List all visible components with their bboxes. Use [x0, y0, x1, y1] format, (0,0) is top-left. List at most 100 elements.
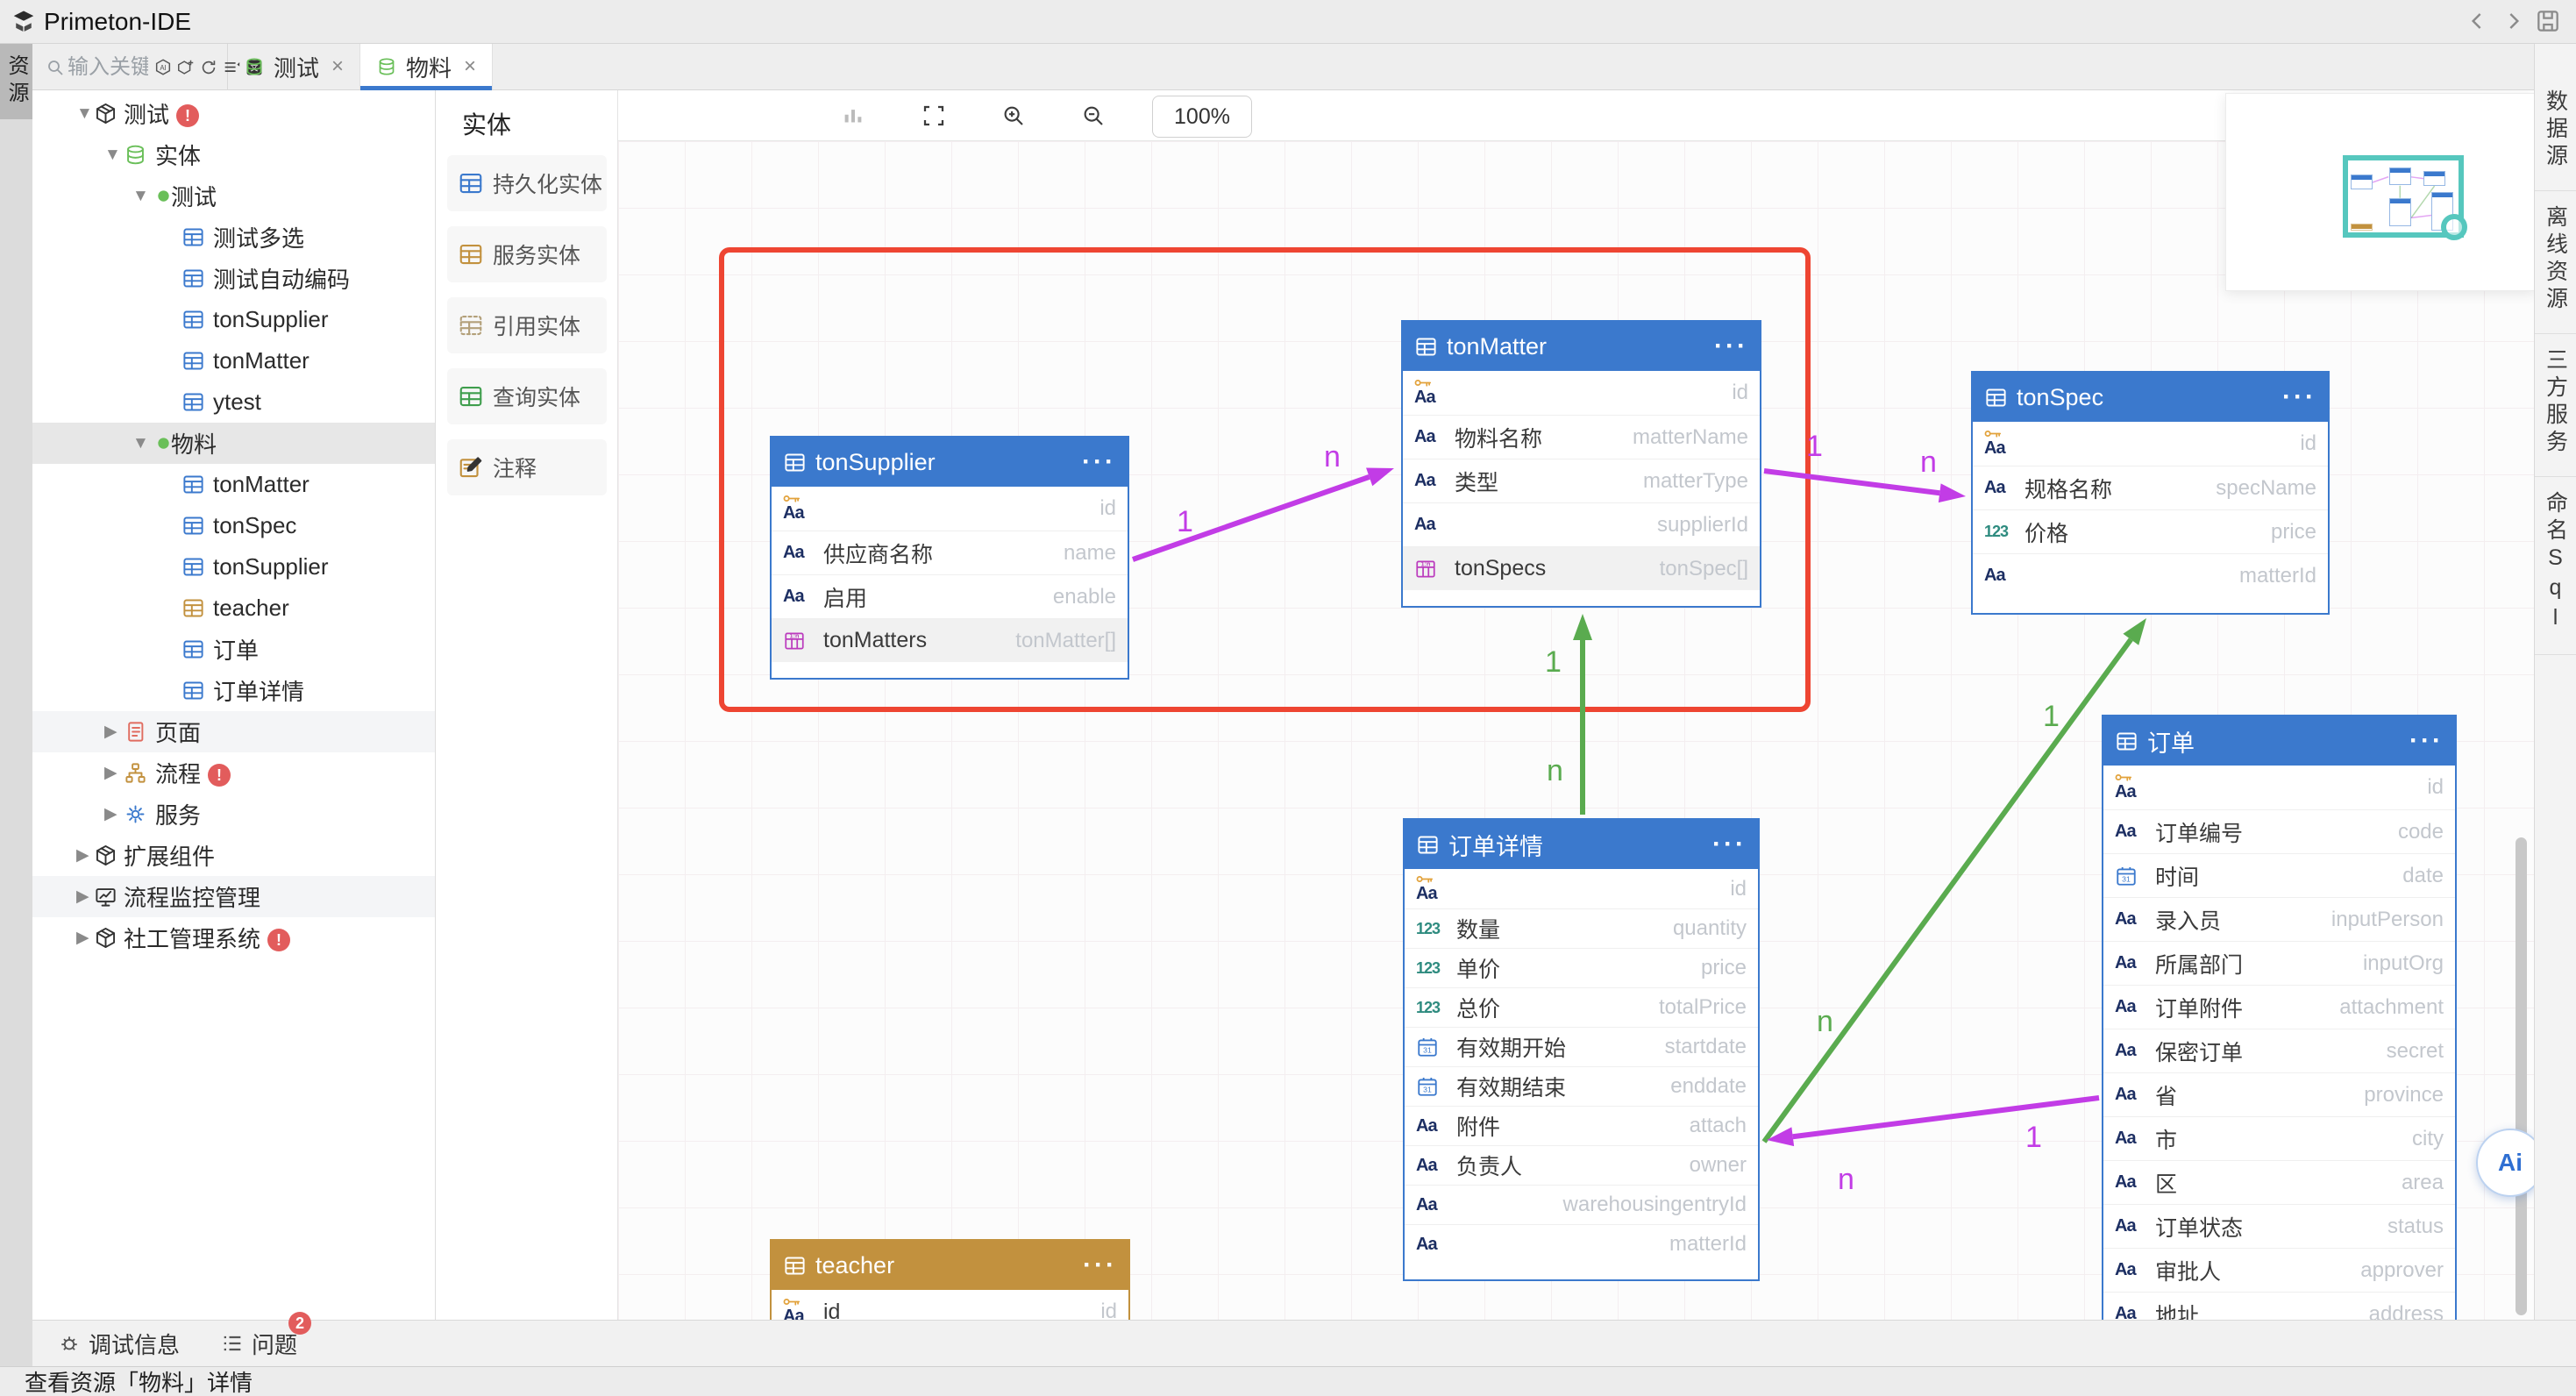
tree-item-扩展组件[interactable]: ▶扩展组件	[32, 835, 436, 876]
field-row-enddate[interactable]: 31有效期结束 enddate	[1405, 1066, 1758, 1106]
nav-forward-icon[interactable]	[2499, 7, 2527, 35]
chevron-right-icon[interactable]: ▶	[76, 845, 89, 865]
field-row-totalPrice[interactable]: 123总价 totalPrice	[1405, 987, 1758, 1027]
chevron-right-icon[interactable]: ▶	[76, 887, 89, 907]
entity-tonSupplier[interactable]: tonSupplier ··· Aa id Aa供应商名称 name Aa启用 …	[770, 436, 1129, 680]
chevron-down-icon[interactable]: ▼	[104, 146, 121, 165]
field-row-matterName[interactable]: Aa物料名称 matterName	[1403, 415, 1760, 459]
tree-item-流程监控管理[interactable]: ▶流程监控管理	[32, 876, 436, 917]
zoom-in-icon[interactable]	[1000, 103, 1027, 129]
tree-item-测试多选[interactable]: 测试多选	[32, 217, 436, 258]
field-row-matterId[interactable]: Aa matterId	[1973, 553, 2328, 597]
minimap[interactable]	[2225, 93, 2534, 291]
field-row-province[interactable]: Aa省 province	[2103, 1072, 2455, 1116]
field-row-id[interactable]: Aaid id	[772, 1290, 1128, 1320]
field-row-inputOrg[interactable]: Aa所属部门 inputOrg	[2103, 941, 2455, 985]
palette-item-引用实体[interactable]: 引用实体	[447, 297, 607, 353]
tree-item-测试自动编码[interactable]: 测试自动编码	[32, 258, 436, 299]
tree-item-服务[interactable]: ▶服务	[32, 794, 436, 835]
new-module-icon[interactable]	[176, 58, 196, 77]
entity-menu-icon[interactable]: ···	[1083, 1257, 1117, 1274]
field-row-attach[interactable]: Aa附件 attach	[1405, 1106, 1758, 1145]
palette-item-持久化实体[interactable]: 持久化实体	[447, 155, 607, 211]
field-row-address[interactable]: Aa地址 address	[2103, 1292, 2455, 1320]
entity-menu-icon[interactable]: ···	[2409, 732, 2444, 750]
problems-button[interactable]: 问题 2	[220, 1328, 297, 1360]
entity-menu-icon[interactable]: ···	[2282, 388, 2316, 406]
left-rail-tab-resources[interactable]: 资源	[0, 44, 32, 119]
chevron-right-icon[interactable]: ▶	[104, 763, 117, 783]
field-row-inputPerson[interactable]: Aa录入员 inputPerson	[2103, 897, 2455, 941]
tree-item-物料[interactable]: ▼物料	[32, 423, 436, 464]
chevron-down-icon[interactable]: ▼	[132, 434, 149, 453]
field-row-enable[interactable]: Aa启用 enable	[772, 574, 1128, 618]
field-row-secret[interactable]: Aa保密订单 secret	[2103, 1029, 2455, 1072]
save-icon[interactable]	[2534, 7, 2562, 35]
tree-item-tonSupplier[interactable]: tonSupplier	[32, 299, 436, 340]
entity-header[interactable]: 订单详情 ···	[1405, 820, 1758, 869]
chevron-down-icon[interactable]: ▼	[76, 104, 93, 124]
chevron-right-icon[interactable]: ▶	[104, 804, 117, 824]
entity-header[interactable]: teacher ···	[772, 1241, 1128, 1290]
chevron-down-icon[interactable]: ▼	[132, 187, 149, 206]
field-row-date[interactable]: 31时间 date	[2103, 853, 2455, 897]
tree-item-测试[interactable]: ▼测试	[32, 175, 436, 217]
palette-item-注释[interactable]: 注释	[447, 439, 607, 495]
chevron-right-icon[interactable]: ▶	[104, 722, 117, 742]
tree-item-ytest[interactable]: ytest	[32, 381, 436, 423]
field-row-city[interactable]: Aa市 city	[2103, 1116, 2455, 1160]
tree-item-流程[interactable]: ▶流程!	[32, 752, 436, 794]
field-row-approver[interactable]: Aa审批人 approver	[2103, 1248, 2455, 1292]
entity-订单[interactable]: 订单 ··· Aa id Aa订单编号 code 31时间 date Aa录入员…	[2102, 715, 2457, 1320]
fit-screen-icon[interactable]	[921, 103, 947, 129]
stats-icon[interactable]	[840, 103, 866, 129]
tree-item-订单详情[interactable]: 订单详情	[32, 670, 436, 711]
entity-tonMatter[interactable]: tonMatter ··· Aa id Aa物料名称 matterName Aa…	[1401, 320, 1761, 608]
field-row-owner[interactable]: Aa负责人 owner	[1405, 1145, 1758, 1185]
diagram-canvas[interactable]: tonSupplier ··· Aa id Aa供应商名称 name Aa启用 …	[436, 90, 2534, 1320]
zoom-level[interactable]: 100%	[1152, 96, 1252, 138]
field-row-quantity[interactable]: 123数量 quantity	[1405, 908, 1758, 948]
tree-item-tonMatter[interactable]: tonMatter	[32, 464, 436, 505]
search-input[interactable]	[66, 54, 150, 81]
field-row-tonMatter[][interactable]: 1:ntonMatters tonMatter[]	[772, 618, 1128, 662]
field-row-id[interactable]: Aa id	[1403, 371, 1760, 415]
entity-tonSpec[interactable]: tonSpec ··· Aa id Aa规格名称 specName 123价格 …	[1971, 371, 2330, 615]
field-row-matterType[interactable]: Aa类型 matterType	[1403, 459, 1760, 502]
palette-item-查询实体[interactable]: 查询实体	[447, 368, 607, 424]
field-row-specName[interactable]: Aa规格名称 specName	[1973, 466, 2328, 509]
field-row-status[interactable]: Aa订单状态 status	[2103, 1204, 2455, 1248]
nav-back-icon[interactable]	[2464, 7, 2492, 35]
tree-item-页面[interactable]: ▶页面	[32, 711, 436, 752]
field-row-price[interactable]: 123价格 price	[1973, 509, 2328, 553]
refresh-icon[interactable]	[199, 58, 218, 77]
ai-icon[interactable]: AI	[153, 58, 173, 77]
entity-header[interactable]: tonSpec ···	[1973, 373, 2328, 422]
field-row-matterId[interactable]: Aa matterId	[1405, 1224, 1758, 1264]
entity-menu-icon[interactable]: ···	[1082, 453, 1116, 471]
field-row-attachment[interactable]: Aa订单附件 attachment	[2103, 985, 2455, 1029]
entity-teacher[interactable]: teacher ··· Aaid id	[770, 1239, 1130, 1320]
tree-item-测试[interactable]: ▼测试!	[32, 93, 436, 134]
field-row-id[interactable]: Aa id	[772, 487, 1128, 531]
field-row-startdate[interactable]: 31有效期开始 startdate	[1405, 1027, 1758, 1066]
field-row-area[interactable]: Aa区 area	[2103, 1160, 2455, 1204]
tree-item-实体[interactable]: ▼实体	[32, 134, 436, 175]
tab-物料[interactable]: 物料 ×	[360, 44, 493, 89]
field-row-warehousingentryId[interactable]: Aa warehousingentryId	[1405, 1185, 1758, 1224]
field-row-code[interactable]: Aa订单编号 code	[2103, 809, 2455, 853]
zoom-out-icon[interactable]	[1080, 103, 1107, 129]
canvas-scrollbar[interactable]	[2516, 837, 2527, 1315]
field-row-tonSpec[][interactable]: 1:ntonSpecs tonSpec[]	[1403, 546, 1760, 590]
entity-header[interactable]: 订单 ···	[2103, 716, 2455, 766]
field-row-id[interactable]: Aa id	[1973, 422, 2328, 466]
right-rail-tab-命名Sql[interactable]: 命名Sql	[2535, 477, 2576, 655]
tab-close-icon[interactable]: ×	[331, 54, 344, 79]
tab-close-icon[interactable]: ×	[464, 54, 476, 79]
field-row-price[interactable]: 123单价 price	[1405, 948, 1758, 987]
field-row-id[interactable]: Aa id	[2103, 766, 2455, 809]
entity-menu-icon[interactable]: ···	[1714, 338, 1748, 355]
field-row-id[interactable]: Aa id	[1405, 869, 1758, 908]
debug-info-button[interactable]: 调试信息	[57, 1328, 180, 1360]
entity-header[interactable]: tonSupplier ···	[772, 438, 1128, 487]
